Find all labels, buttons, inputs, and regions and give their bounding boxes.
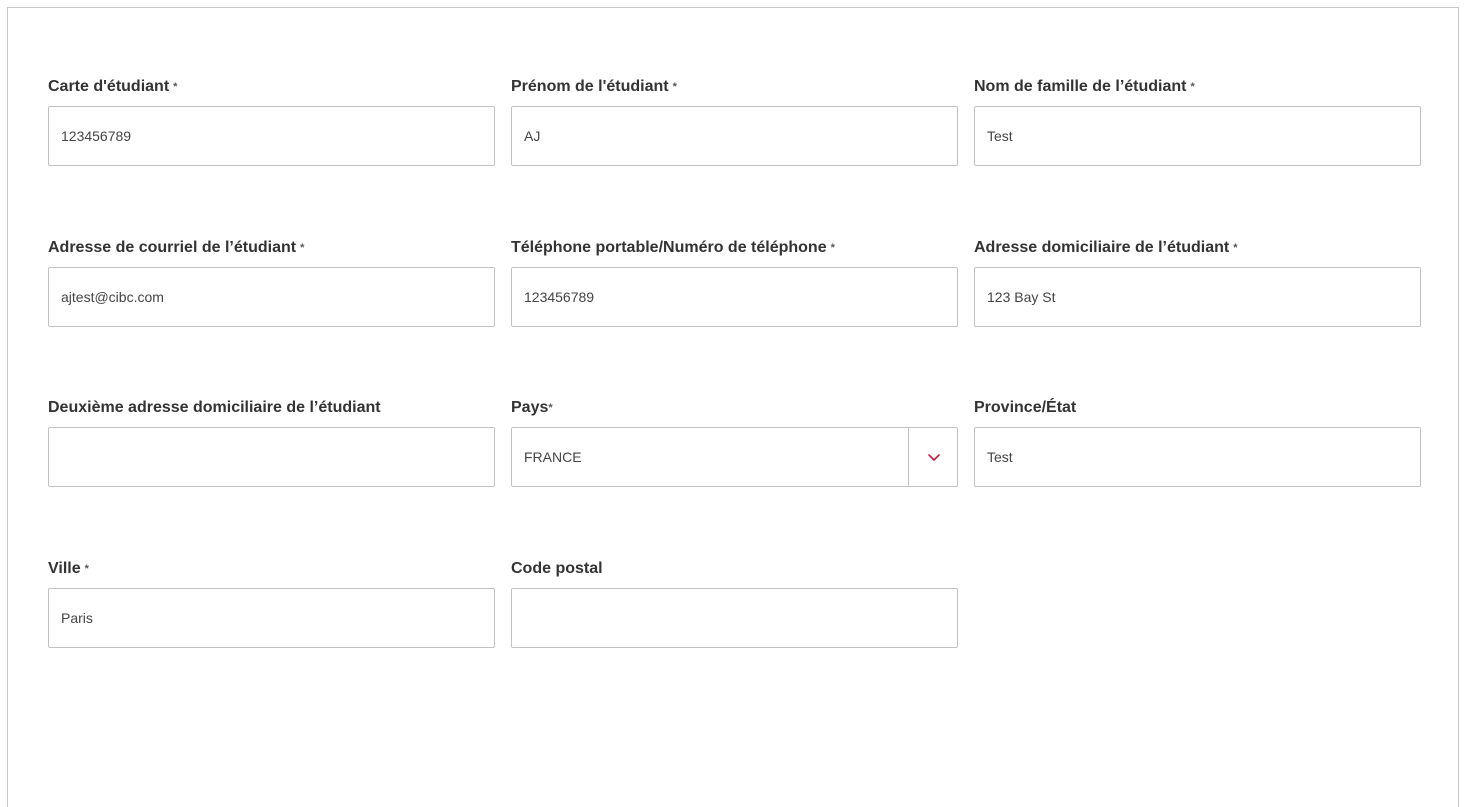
province-input[interactable] (974, 427, 1421, 487)
home-address-2-label: Deuxième adresse domiciliaire de l’étudi… (48, 398, 495, 418)
home-address-2-label-text: Deuxième adresse domiciliaire de l’étudi… (48, 399, 381, 416)
home-address-label-text: Adresse domiciliaire de l’étudiant (974, 239, 1230, 256)
phone-label: Téléphone portable/Numéro de téléphone * (511, 238, 958, 258)
home-address-input[interactable] (974, 267, 1421, 327)
last-name-label: Nom de famille de l’étudiant * (974, 77, 1421, 97)
phone-input[interactable] (511, 267, 958, 327)
required-marker: * (1190, 81, 1195, 93)
student-id-label-text: Carte d'étudiant (48, 78, 170, 95)
last-name-field: Nom de famille de l’étudiant * (974, 77, 1421, 166)
required-marker: * (548, 402, 553, 414)
email-input[interactable] (48, 267, 495, 327)
home-address-2-field: Deuxième adresse domiciliaire de l’étudi… (48, 398, 495, 487)
city-input[interactable] (48, 588, 495, 648)
last-name-input[interactable] (974, 106, 1421, 166)
required-marker: * (173, 81, 178, 93)
email-label-text: Adresse de courriel de l’étudiant (48, 239, 297, 256)
city-label-text: Ville (48, 560, 81, 577)
select-divider (908, 428, 909, 486)
country-field: Pays* FRANCE (511, 398, 958, 487)
home-address-field: Adresse domiciliaire de l’étudiant * (974, 238, 1421, 327)
student-id-label: Carte d'étudiant * (48, 77, 495, 97)
postal-code-input[interactable] (511, 588, 958, 648)
first-name-label: Prénom de l'étudiant * (511, 77, 958, 97)
postal-code-field: Code postal (511, 559, 958, 648)
email-label: Adresse de courriel de l’étudiant * (48, 238, 495, 258)
country-selected-value: FRANCE (524, 449, 582, 465)
chevron-down-icon[interactable] (925, 448, 943, 466)
country-label-text: Pays (511, 399, 549, 416)
province-label-text: Province/État (974, 399, 1077, 416)
city-field: Ville * (48, 559, 495, 648)
required-marker: * (84, 563, 89, 575)
first-name-field: Prénom de l'étudiant * (511, 77, 958, 166)
phone-field: Téléphone portable/Numéro de téléphone * (511, 238, 958, 327)
required-marker: * (300, 242, 305, 254)
province-label: Province/État (974, 398, 1421, 418)
first-name-label-text: Prénom de l'étudiant (511, 78, 669, 95)
home-address-2-input[interactable] (48, 427, 495, 487)
student-info-form-card: Carte d'étudiant* Prénom de l'étudiant* … (7, 7, 1459, 807)
country-select[interactable]: FRANCE (511, 427, 958, 487)
required-marker: * (672, 81, 677, 93)
last-name-label-text: Nom de famille de l’étudiant (974, 78, 1187, 95)
student-id-input[interactable] (48, 106, 495, 166)
first-name-input[interactable] (511, 106, 958, 166)
home-address-label: Adresse domiciliaire de l’étudiant * (974, 238, 1421, 258)
postal-code-label: Code postal (511, 559, 958, 579)
required-marker: * (830, 242, 835, 254)
city-label: Ville * (48, 559, 495, 579)
email-field: Adresse de courriel de l’étudiant * (48, 238, 495, 327)
student-id-field: Carte d'étudiant * (48, 77, 495, 166)
phone-label-text: Téléphone portable/Numéro de téléphone (511, 239, 827, 256)
postal-code-label-text: Code postal (511, 560, 603, 577)
required-marker: * (1233, 242, 1238, 254)
province-field: Province/État (974, 398, 1421, 487)
country-label: Pays* (511, 398, 958, 418)
